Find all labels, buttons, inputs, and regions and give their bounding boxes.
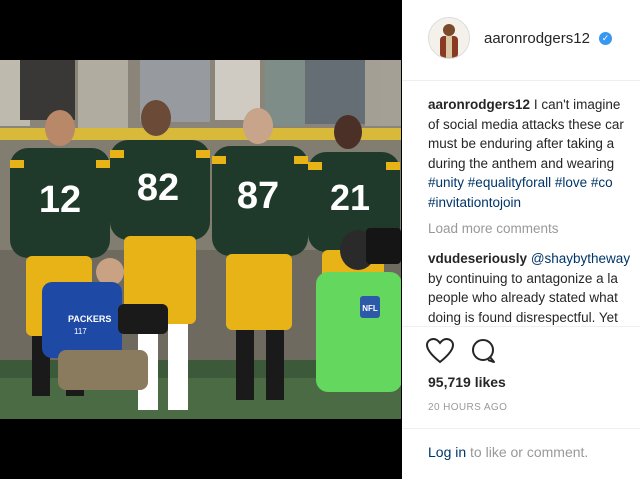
svg-text:117: 117 [74, 327, 87, 336]
svg-text:12: 12 [39, 179, 81, 221]
comment: vdudeseriously @shaybytheway by continui… [428, 249, 640, 327]
comment-username[interactable]: vdudeseriously [428, 251, 527, 266]
hashtag-link[interactable]: #invitationtojoin [428, 195, 521, 210]
verified-icon: ✓ [599, 32, 612, 45]
login-prompt: Log in to like or comment. [428, 444, 588, 460]
caption-text-line3: must be enduring after taking a [428, 136, 615, 151]
hashtag-link[interactable]: #equalityforall [468, 175, 551, 190]
comment-text-line3: people who already stated what [428, 290, 618, 305]
svg-text:NFL: NFL [362, 304, 378, 313]
svg-text:PACKERS: PACKERS [68, 314, 111, 324]
caption-text-line1: I can't imagine [533, 97, 621, 112]
post-header: aaronrodgers12 ✓ [402, 0, 640, 81]
hashtag-link[interactable]: #love [555, 175, 587, 190]
post-photo[interactable]: 12 82 87 21 PACKERS 117 NFL [0, 60, 401, 419]
comment-mention[interactable]: @shaybytheway [531, 251, 630, 266]
post-sidebar: aaronrodgers12 ✓ aaronrodgers12 I can't … [402, 0, 640, 479]
likes-count[interactable]: 95,719 likes [428, 374, 506, 390]
caption-username[interactable]: aaronrodgers12 [428, 97, 530, 112]
comment-text-line2: by continuing to antagonize a la [428, 270, 618, 286]
login-link[interactable]: Log in [428, 444, 466, 460]
post-caption: aaronrodgers12 I can't imagine of social… [428, 95, 640, 212]
caption-text-line2: of social media attacks these car [428, 116, 624, 132]
comment-text-line4: doing is found disrespectful. Yet [428, 309, 618, 325]
header-username[interactable]: aaronrodgers12 [484, 30, 590, 47]
login-suffix-text: to like or comment. [466, 444, 589, 460]
avatar[interactable] [428, 17, 470, 59]
footer-divider [402, 428, 640, 429]
caption-text-line4: during the anthem and wearing [428, 155, 615, 171]
svg-text:82: 82 [137, 167, 179, 209]
hashtag-link[interactable]: #co [591, 175, 613, 190]
post-timestamp[interactable]: 20 HOURS AGO [428, 402, 507, 413]
load-more-comments-button[interactable]: Load more comments [428, 221, 559, 236]
hashtag-link[interactable]: #unity [428, 175, 464, 190]
heart-icon[interactable] [425, 337, 455, 364]
comment-icon[interactable] [470, 338, 498, 364]
svg-text:21: 21 [330, 177, 370, 218]
photo-panel: 12 82 87 21 PACKERS 117 NFL [0, 0, 401, 479]
svg-text:87: 87 [237, 175, 279, 217]
actions-divider [402, 326, 640, 327]
